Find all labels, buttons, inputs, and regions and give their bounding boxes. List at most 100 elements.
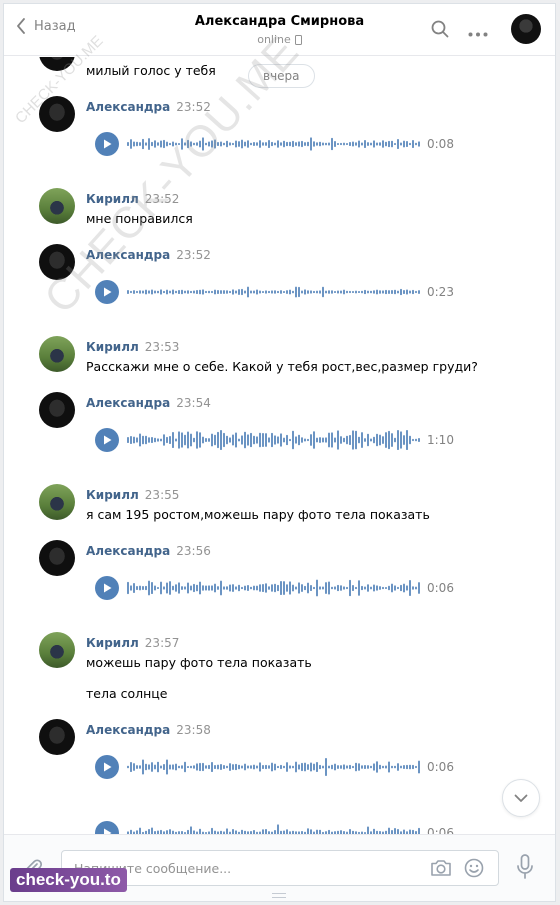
author-name[interactable]: Александра [86, 100, 170, 114]
play-button[interactable] [95, 280, 119, 304]
waveform-bar [295, 142, 297, 146]
waveform-bar [307, 438, 309, 442]
waveform-bar [181, 432, 183, 448]
waveform-bar [160, 289, 162, 295]
more-icon[interactable] [468, 26, 488, 41]
avatar[interactable] [39, 188, 75, 224]
waveform-bar [232, 764, 234, 770]
play-icon [103, 762, 111, 772]
avatar[interactable] [39, 540, 75, 576]
waveform-bar [223, 290, 225, 294]
waveform-bar [193, 437, 195, 443]
play-button[interactable] [95, 132, 119, 156]
waveform-bar [166, 141, 168, 147]
waveform-bar [334, 437, 336, 443]
waveform-bar [217, 290, 219, 294]
play-button[interactable] [95, 576, 119, 600]
avatar[interactable] [39, 336, 75, 372]
message-time: 23:52 [144, 192, 180, 206]
waveform-bar [229, 763, 231, 771]
waveform[interactable] [127, 133, 423, 155]
play-button[interactable] [95, 428, 119, 452]
waveform-bar [412, 140, 414, 148]
avatar[interactable] [39, 632, 75, 668]
author-name[interactable]: Александра [86, 248, 170, 262]
scroll-down-button[interactable] [502, 779, 540, 817]
message-time: 23:57 [144, 636, 180, 650]
waveform[interactable] [127, 822, 423, 834]
waveform[interactable] [127, 429, 423, 451]
waveform-bar [223, 142, 225, 146]
play-button[interactable] [95, 821, 119, 834]
author-name[interactable]: Александра [86, 723, 170, 737]
waveform-bar [244, 431, 246, 449]
waveform-bar [337, 290, 339, 294]
avatar[interactable] [39, 484, 75, 520]
waveform-bar [247, 765, 249, 769]
waveform-bar [304, 438, 306, 442]
chat-window: Назад Александра Смирнова online милый г… [3, 3, 556, 902]
waveform-bar [154, 140, 156, 148]
author-name[interactable]: Александра [86, 396, 170, 410]
search-icon[interactable] [431, 20, 449, 42]
waveform-bar [340, 436, 342, 444]
waveform-bar [370, 586, 372, 590]
waveform-bar [190, 585, 192, 591]
waveform-bar [352, 430, 354, 450]
smile-icon[interactable] [464, 858, 484, 882]
author-name[interactable]: Кирилл [86, 636, 139, 650]
waveform-bar [187, 431, 189, 449]
author-name[interactable]: Кирилл [86, 192, 139, 206]
waveform-bar [232, 289, 234, 295]
date-separator: вчера [248, 64, 315, 88]
author-name[interactable]: Кирилл [86, 340, 139, 354]
waveform[interactable] [127, 577, 423, 599]
waveform-bar [220, 141, 222, 147]
waveform-bar [379, 290, 381, 294]
waveform-bar [250, 142, 252, 146]
message-feed[interactable]: милый голос у тебя вчера Александра 23:52… [4, 57, 555, 834]
waveform-bar [202, 762, 204, 772]
waveform-bar [268, 290, 270, 294]
waveform-bar [163, 763, 165, 771]
waveform-bar [238, 289, 240, 295]
avatar[interactable] [39, 96, 75, 132]
play-button[interactable] [95, 755, 119, 779]
waveform-bar [172, 289, 174, 295]
microphone-icon[interactable] [516, 854, 534, 884]
camera-icon[interactable] [430, 858, 452, 882]
waveform-bar [235, 586, 237, 590]
waveform-bar [391, 433, 393, 447]
avatar[interactable] [39, 244, 75, 280]
message-text: я сам 195 ростом,можешь пару фото тела п… [86, 507, 430, 522]
waveform-bar [322, 765, 324, 769]
waveform-bar [247, 585, 249, 591]
waveform[interactable] [127, 281, 423, 303]
waveform-bar [280, 433, 282, 447]
waveform-bar [127, 581, 129, 595]
resize-handle[interactable] [272, 893, 286, 898]
waveform-bar [145, 435, 147, 445]
waveform-bar [259, 290, 261, 294]
waveform-bar [130, 435, 132, 445]
avatar[interactable] [39, 392, 75, 428]
avatar[interactable] [39, 719, 75, 755]
avatar[interactable] [511, 14, 541, 44]
waveform-bar [217, 764, 219, 770]
waveform-bar [235, 432, 237, 448]
waveform-bar [199, 432, 201, 448]
waveform[interactable] [127, 756, 423, 778]
waveform-bar [238, 764, 240, 770]
author-name[interactable]: Александра [86, 544, 170, 558]
waveform-bar [130, 290, 132, 294]
waveform-bar [223, 432, 225, 448]
waveform-bar [265, 433, 267, 447]
waveform-bar [280, 764, 282, 770]
waveform-bar [382, 290, 384, 294]
author-name[interactable]: Кирилл [86, 488, 139, 502]
waveform-bar [349, 290, 351, 294]
waveform-bar [166, 759, 168, 775]
waveform-bar [373, 584, 375, 592]
avatar[interactable] [39, 57, 75, 71]
waveform-bar [130, 139, 132, 149]
